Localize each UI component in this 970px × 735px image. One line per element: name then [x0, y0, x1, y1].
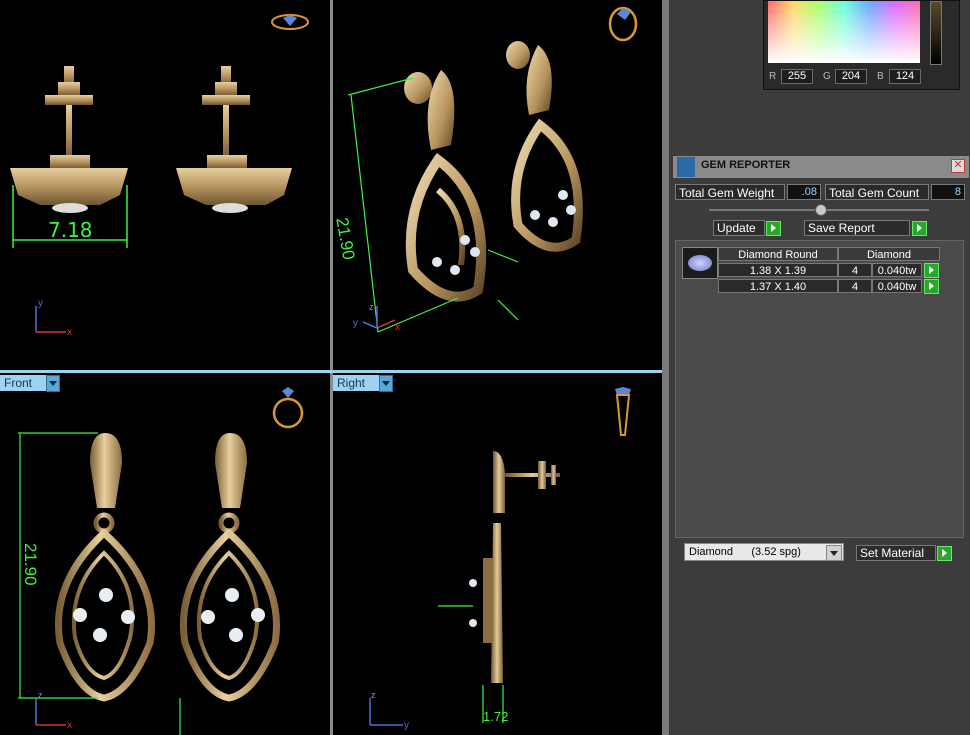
gem-reporter-titlebar[interactable]: GEM REPORTER ✕ [673, 156, 969, 178]
front-view-render: z x [18, 387, 304, 735]
properties-panel: R 255 G 204 B 124 GEM REPORTER ✕ Total G… [669, 0, 970, 735]
total-gem-weight-label: Total Gem Weight [675, 184, 785, 200]
tab-front[interactable]: Front [0, 375, 60, 392]
b-value[interactable]: 124 [889, 69, 921, 84]
total-gem-count-label: Total Gem Count [825, 184, 929, 200]
diamond-icon [688, 255, 712, 271]
svg-text:z: z [38, 690, 43, 700]
r-label: R [769, 71, 777, 82]
close-icon[interactable]: ✕ [951, 159, 965, 173]
set-material-button[interactable]: Set Material [856, 545, 936, 561]
svg-text:z: z [369, 302, 374, 312]
row-go-icon[interactable] [924, 263, 939, 278]
earring-top-right [176, 66, 292, 213]
g-label: G [823, 71, 831, 82]
view-cube-icon [271, 14, 309, 30]
perspective-view-render: z y x [347, 6, 638, 333]
axis-gizmo [35, 698, 66, 726]
g-value[interactable]: 204 [835, 69, 867, 84]
gem-reporter-icon [677, 157, 695, 177]
set-material-go-icon[interactable] [937, 546, 952, 561]
table-header-shape: Diamond Round [718, 247, 838, 261]
gem-reporter-title: GEM REPORTER [701, 159, 791, 171]
axis-gizmo [362, 306, 396, 329]
axis-gizmo [35, 306, 66, 333]
b-label: B [877, 71, 884, 82]
cell-weight: 0.040tw [872, 279, 922, 293]
viewport-front[interactable]: z x Front 21.90 [0, 373, 330, 735]
cell-count: 4 [838, 263, 872, 277]
collapse-icon[interactable] [815, 204, 827, 216]
svg-text:x: x [395, 322, 400, 333]
view-cube-icon [608, 6, 638, 42]
svg-text:y: y [404, 720, 409, 731]
dimension-label: 21.90 [21, 543, 40, 586]
brightness-slider[interactable] [930, 1, 942, 65]
tab-front-label: Front [4, 376, 33, 390]
color-picker[interactable]: R 255 G 204 B 124 [763, 0, 960, 90]
cell-count: 4 [838, 279, 872, 293]
chevron-down-icon[interactable] [379, 375, 393, 392]
cell-size: 1.37 X 1.40 [718, 279, 838, 293]
viewport-perspective[interactable]: z y x 21.90 [333, 0, 662, 370]
tab-right-label: Right [337, 376, 366, 390]
tab-right[interactable]: Right [333, 375, 393, 392]
gem-report-table: Diamond Round Diamond 1.38 X 1.39 4 0.04… [675, 240, 964, 538]
svg-text:z: z [371, 690, 376, 700]
dimension-label: 7.18 [48, 218, 93, 242]
dimension-label: 1.72 [483, 709, 509, 724]
view-cube-icon [615, 387, 631, 436]
svg-text:y: y [38, 298, 43, 309]
chevron-down-icon[interactable] [826, 545, 842, 561]
save-report-button[interactable]: Save Report [804, 220, 910, 236]
earring-side [469, 451, 560, 683]
viewport-top[interactable]: y x 7.18 [0, 0, 330, 370]
update-button[interactable]: Update [713, 220, 765, 236]
earring-perspective-right [506, 41, 583, 252]
viewport-right[interactable]: z y Right 1.72 [333, 373, 662, 735]
row-go-icon[interactable] [924, 279, 939, 294]
gem-thumbnail[interactable] [682, 247, 718, 279]
earring-front-left [54, 433, 155, 702]
svg-text:y: y [353, 318, 358, 329]
right-view-render: z y [369, 387, 631, 731]
earring-front-right [179, 433, 280, 702]
total-gem-weight-value: .08 [787, 184, 821, 200]
total-gem-count-value: 8 [931, 184, 965, 200]
table-header-material: Diamond [838, 247, 940, 261]
save-report-go-icon[interactable] [912, 221, 927, 236]
svg-text:x: x [67, 720, 72, 731]
earring-top-left [10, 66, 128, 213]
earring-perspective-left [404, 70, 487, 302]
chevron-down-icon[interactable] [46, 375, 60, 392]
svg-text:x: x [67, 327, 72, 338]
cell-weight: 0.040tw [872, 263, 922, 277]
update-go-icon[interactable] [766, 221, 781, 236]
r-value[interactable]: 255 [781, 69, 813, 84]
view-cube-icon [272, 387, 304, 429]
cell-size: 1.38 X 1.39 [718, 263, 838, 277]
material-select[interactable]: Diamond (3.52 spg) [684, 543, 844, 561]
panel-divider[interactable] [662, 0, 669, 735]
axis-gizmo [369, 698, 403, 726]
top-view-render: y x [10, 14, 309, 338]
color-spectrum[interactable] [768, 1, 920, 63]
material-select-value: Diamond (3.52 spg) [689, 546, 801, 558]
